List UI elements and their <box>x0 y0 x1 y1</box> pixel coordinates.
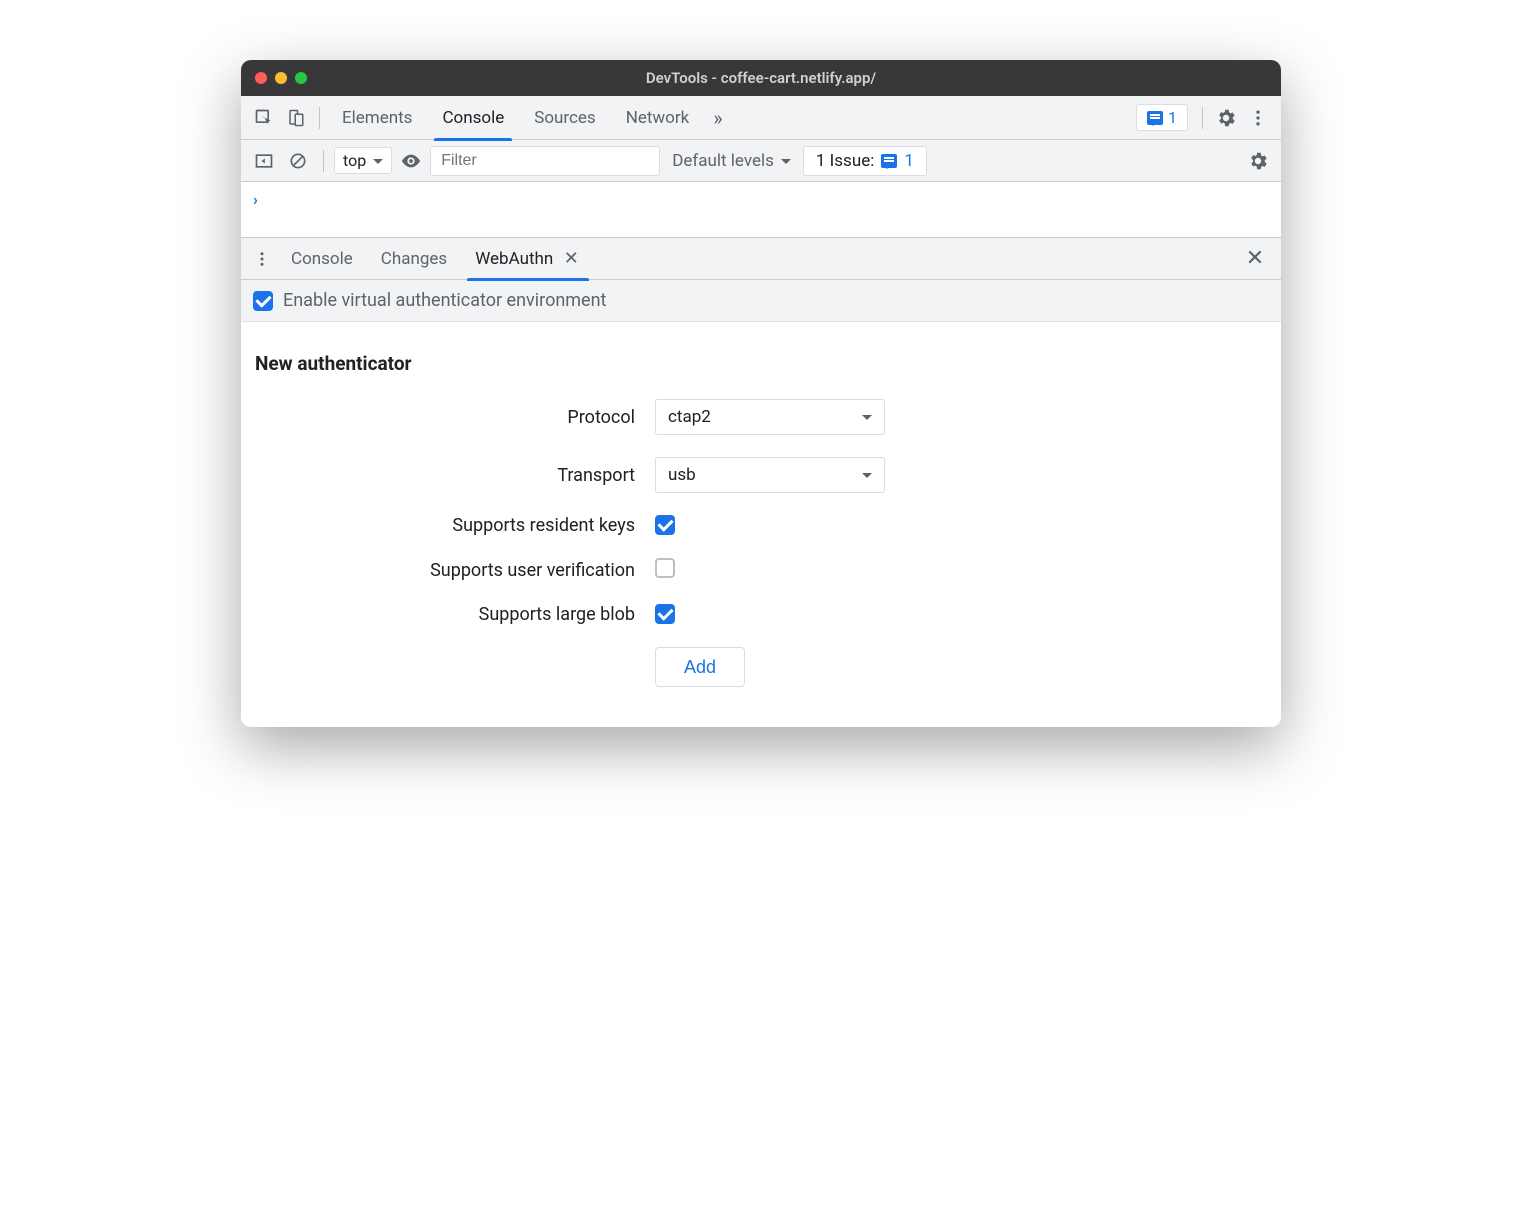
prompt-chevron-icon: › <box>253 190 258 209</box>
tab-elements[interactable]: Elements <box>328 96 426 140</box>
console-body[interactable]: › <box>241 182 1281 238</box>
protocol-select[interactable]: ctap2 <box>655 399 885 435</box>
tab-network[interactable]: Network <box>612 96 704 140</box>
drawer-tab-console[interactable]: Console <box>277 238 367 280</box>
filter-input[interactable] <box>430 146 660 176</box>
chat-icon <box>881 154 897 168</box>
drawer-tabbar: Console Changes WebAuthn ✕ ✕ <box>241 238 1281 280</box>
divider <box>319 107 320 129</box>
caret-down-icon <box>862 473 872 483</box>
console-toolbar: top Default levels 1 Issue: 1 <box>241 140 1281 182</box>
transport-label: Transport <box>255 465 655 486</box>
drawer-kebab-icon[interactable] <box>247 244 277 274</box>
device-mode-icon[interactable] <box>281 103 311 133</box>
large-blob-label: Supports large blob <box>255 604 655 625</box>
issues-count: 1 <box>1168 108 1177 127</box>
tab-console[interactable]: Console <box>428 96 518 140</box>
traffic-lights <box>255 72 307 84</box>
context-value: top <box>343 151 366 170</box>
kebab-menu-icon[interactable] <box>1243 103 1273 133</box>
clear-console-icon[interactable] <box>283 146 313 176</box>
console-settings-icon[interactable] <box>1243 146 1273 176</box>
execution-context-picker[interactable]: top <box>334 147 392 174</box>
close-drawer-icon[interactable]: ✕ <box>1245 246 1265 271</box>
log-levels-picker[interactable]: Default levels <box>664 148 799 174</box>
settings-icon[interactable] <box>1211 103 1241 133</box>
add-button[interactable]: Add <box>655 647 745 687</box>
user-verification-label: Supports user verification <box>255 560 655 581</box>
close-tab-icon[interactable]: ✕ <box>561 248 581 269</box>
window-zoom-button[interactable] <box>295 72 307 84</box>
drawer-tab-label: WebAuthn <box>475 249 553 269</box>
protocol-label: Protocol <box>255 407 655 428</box>
issues-badge[interactable]: 1 <box>1136 104 1188 131</box>
resident-keys-label: Supports resident keys <box>255 515 655 536</box>
caret-down-icon <box>373 159 383 169</box>
main-tabbar: Elements Console Sources Network » 1 <box>241 96 1281 140</box>
live-expression-icon[interactable] <box>396 146 426 176</box>
toggle-console-sidebar-icon[interactable] <box>249 146 279 176</box>
issue-count: 1 <box>904 151 914 171</box>
chat-icon <box>1147 111 1163 125</box>
window-minimize-button[interactable] <box>275 72 287 84</box>
protocol-value: ctap2 <box>668 407 711 427</box>
transport-select[interactable]: usb <box>655 457 885 493</box>
authenticator-form: Protocol ctap2 Transport usb Supports re… <box>255 399 1267 687</box>
more-tabs-icon[interactable]: » <box>705 106 730 130</box>
issue-label: 1 Issue: <box>816 151 874 171</box>
large-blob-checkbox[interactable] <box>655 604 675 624</box>
tab-sources[interactable]: Sources <box>520 96 609 140</box>
inspect-element-icon[interactable] <box>249 103 279 133</box>
user-verification-checkbox[interactable] <box>655 558 675 578</box>
divider <box>1202 107 1203 129</box>
issues-button[interactable]: 1 Issue: 1 <box>803 146 927 176</box>
section-title: New authenticator <box>255 352 1267 375</box>
caret-down-icon <box>781 159 791 169</box>
window-title: DevTools - coffee-cart.netlify.app/ <box>241 69 1281 87</box>
enable-env-checkbox[interactable] <box>253 291 273 311</box>
resident-keys-checkbox[interactable] <box>655 515 675 535</box>
devtools-window: DevTools - coffee-cart.netlify.app/ Elem… <box>241 60 1281 727</box>
webauthn-panel: New authenticator Protocol ctap2 Transpo… <box>241 322 1281 727</box>
window-close-button[interactable] <box>255 72 267 84</box>
titlebar: DevTools - coffee-cart.netlify.app/ <box>241 60 1281 96</box>
transport-value: usb <box>668 465 696 485</box>
drawer-tab-changes[interactable]: Changes <box>367 238 461 280</box>
levels-label: Default levels <box>672 151 774 171</box>
drawer-tab-webauthn[interactable]: WebAuthn ✕ <box>461 238 595 280</box>
caret-down-icon <box>862 415 872 425</box>
divider <box>323 150 324 172</box>
enable-authenticator-row: Enable virtual authenticator environment <box>241 280 1281 322</box>
enable-env-label: Enable virtual authenticator environment <box>283 290 606 311</box>
